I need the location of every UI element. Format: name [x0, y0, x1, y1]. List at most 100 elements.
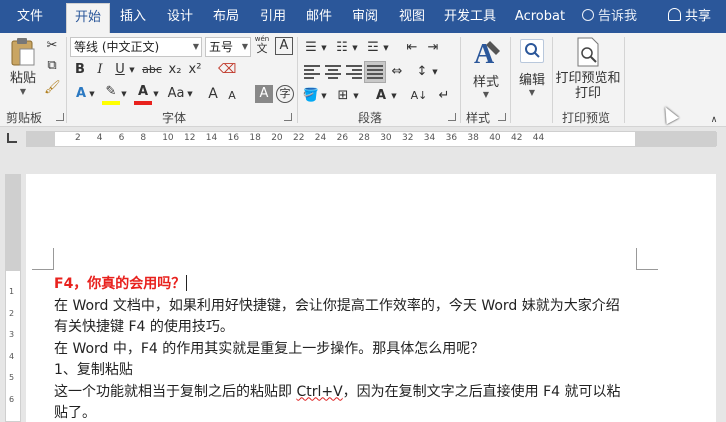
font-color-button[interactable]: A	[134, 83, 152, 105]
vruler-tick-label: 1	[9, 287, 15, 296]
tab-references[interactable]: 引用	[253, 0, 293, 33]
tab-design[interactable]: 设计	[160, 0, 200, 33]
justify-button[interactable]	[364, 61, 386, 83]
font-dialog-launcher[interactable]	[284, 113, 292, 121]
chevron-down-icon[interactable]: ▼	[320, 39, 328, 57]
line-text: ，因为在复制文字之后直接使用 F4 就可以粘	[342, 383, 621, 400]
share-button[interactable]: 共享	[668, 0, 711, 33]
tell-me-box[interactable]: 告诉我	[582, 0, 637, 33]
chevron-down-icon[interactable]: ▼	[514, 88, 550, 97]
enclose-characters-icon[interactable]: 字	[276, 85, 294, 103]
tab-review[interactable]: 审阅	[345, 0, 385, 33]
tab-layout[interactable]: 布局	[206, 0, 246, 33]
asian-layout-icon[interactable]: A	[372, 87, 390, 105]
copy-icon[interactable]: ⧉	[44, 57, 60, 75]
strikethrough-button[interactable]: abc	[140, 61, 164, 79]
clear-formatting-icon[interactable]: ⌫	[218, 61, 236, 79]
distributed-icon[interactable]: ⇔	[388, 63, 406, 81]
mouse-cursor-icon	[659, 103, 679, 125]
shading-icon[interactable]: 🪣	[302, 87, 320, 105]
line-spacing-icon[interactable]: ↕	[413, 63, 431, 81]
tab-insert[interactable]: 插入	[113, 0, 153, 33]
font-name-combo[interactable]: 等线 (中文正文) ▼	[70, 37, 202, 57]
chevron-down-icon[interactable]: ▼	[152, 85, 160, 103]
tab-home[interactable]: 开始	[66, 3, 110, 33]
character-border-icon[interactable]: A	[275, 37, 293, 55]
paragraph-dialog-launcher[interactable]	[448, 113, 456, 121]
tab-developer[interactable]: 开发工具	[440, 0, 500, 33]
align-center-icon[interactable]	[325, 65, 341, 79]
group-divider	[66, 37, 67, 123]
ruler-tick-label: 16	[227, 133, 240, 143]
superscript-button[interactable]: x²	[187, 61, 203, 79]
ruler-tick-label: 14	[205, 133, 218, 143]
shortcut-text: Ctrl+V	[296, 383, 343, 400]
borders-icon[interactable]: ⊞	[334, 87, 352, 105]
ruler-tick-label: 34	[423, 133, 436, 143]
collapse-ribbon-icon[interactable]: ∧	[708, 111, 720, 129]
increase-indent-icon[interactable]: ⇥	[424, 39, 442, 57]
align-right-icon[interactable]	[346, 65, 362, 79]
underline-button[interactable]: U	[112, 61, 128, 79]
change-case-button[interactable]: Aa	[164, 85, 188, 103]
ruler-tick-label: 44	[532, 133, 545, 143]
justify-icon	[367, 65, 383, 79]
tab-file[interactable]: 文件	[4, 0, 56, 33]
chevron-down-icon[interactable]: ▼	[120, 85, 128, 103]
font-name-value: 等线 (中文正文)	[74, 40, 160, 54]
sort-icon[interactable]: A↓	[410, 87, 428, 105]
character-shading-icon[interactable]: A	[255, 85, 273, 103]
tab-selector-icon[interactable]	[7, 133, 17, 143]
align-left-icon[interactable]	[304, 65, 320, 79]
multilevel-list-icon[interactable]: ☲	[364, 39, 382, 57]
paragraph-line: 在 Word 文档中，如果利用好快捷键，会让你提高工作效率的，今天 Word 妹…	[54, 297, 620, 314]
ribbon-tab-bar: 文件 开始 插入 设计 布局 引用 邮件 审阅 视图 开发工具 Acrobat …	[0, 0, 726, 33]
document-page[interactable]: F4，你真的会用吗？ 在 Word 文档中，如果利用好快捷键，会让你提高工作效率…	[26, 174, 716, 422]
editing-button[interactable]: 编辑 ▼	[514, 37, 550, 103]
paste-dropdown-arrow[interactable]: ▼	[6, 87, 40, 96]
vertical-ruler[interactable]: 1 2 3 4 5 6	[5, 174, 21, 422]
chevron-down-icon[interactable]: ▼	[88, 85, 96, 103]
decrease-indent-icon[interactable]: ⇤	[403, 39, 421, 57]
font-size-combo[interactable]: 五号 ▼	[205, 37, 251, 57]
tab-acrobat[interactable]: Acrobat	[510, 0, 570, 33]
numbering-icon[interactable]: ☷	[333, 39, 351, 57]
chevron-down-icon[interactable]: ▼	[351, 39, 359, 57]
format-painter-icon[interactable]: 🖌	[44, 79, 61, 97]
chevron-down-icon[interactable]: ▼	[128, 61, 136, 79]
styles-dialog-launcher[interactable]	[498, 113, 506, 121]
styles-button[interactable]: A 样式 ▼	[464, 37, 508, 103]
print-preview-icon	[577, 37, 599, 67]
print-preview-group-label: 打印预览	[562, 111, 611, 125]
ruler-tick-label: 30	[380, 133, 392, 143]
cut-icon[interactable]: ✂	[44, 37, 60, 55]
chevron-down-icon[interactable]: ▼	[186, 85, 194, 103]
grow-font-button[interactable]: A	[205, 85, 221, 103]
bold-button[interactable]: B	[72, 61, 88, 79]
shrink-font-button[interactable]: A	[225, 87, 239, 105]
show-marks-icon[interactable]: ↵	[436, 87, 452, 105]
chevron-down-icon[interactable]: ▼	[382, 39, 390, 57]
ruler-tick-label: 36	[445, 133, 458, 143]
horizontal-ruler[interactable]: 2 4 6 8 10 12 14 16 18 20 22 24 26 28 30 32 34 36 38 40 42 44	[0, 128, 726, 150]
ruler-tick-label: 2	[75, 133, 81, 143]
clipboard-dialog-launcher[interactable]	[56, 113, 64, 121]
italic-button[interactable]: I	[92, 61, 108, 79]
print-preview-button[interactable]: 打印预览和 打印	[555, 37, 621, 103]
subscript-button[interactable]: x₂	[167, 61, 183, 79]
phonetic-guide-icon[interactable]: wén 文	[254, 35, 270, 55]
chevron-down-icon[interactable]: ▼	[390, 87, 398, 105]
highlight-color-button[interactable]: ✎	[102, 83, 120, 105]
tab-mailings[interactable]: 邮件	[299, 0, 339, 33]
bullets-icon[interactable]: ☰	[302, 39, 320, 57]
phonetic-char: 文	[256, 42, 268, 55]
paste-button[interactable]: 粘贴 ▼	[6, 37, 40, 103]
tab-view[interactable]: 视图	[392, 0, 432, 33]
chevron-down-icon[interactable]: ▼	[352, 87, 360, 105]
paragraph-line: 在 Word 中，F4 的作用其实就是重复上一步操作。那具体怎么用呢？	[54, 340, 485, 357]
chevron-down-icon[interactable]: ▼	[431, 63, 439, 81]
document-body[interactable]: F4，你真的会用吗？ 在 Word 文档中，如果利用好快捷键，会让你提高工作效率…	[54, 274, 644, 422]
chevron-down-icon[interactable]: ▼	[320, 87, 328, 105]
chevron-down-icon: ▼	[241, 42, 248, 51]
chevron-down-icon[interactable]: ▼	[464, 90, 508, 99]
